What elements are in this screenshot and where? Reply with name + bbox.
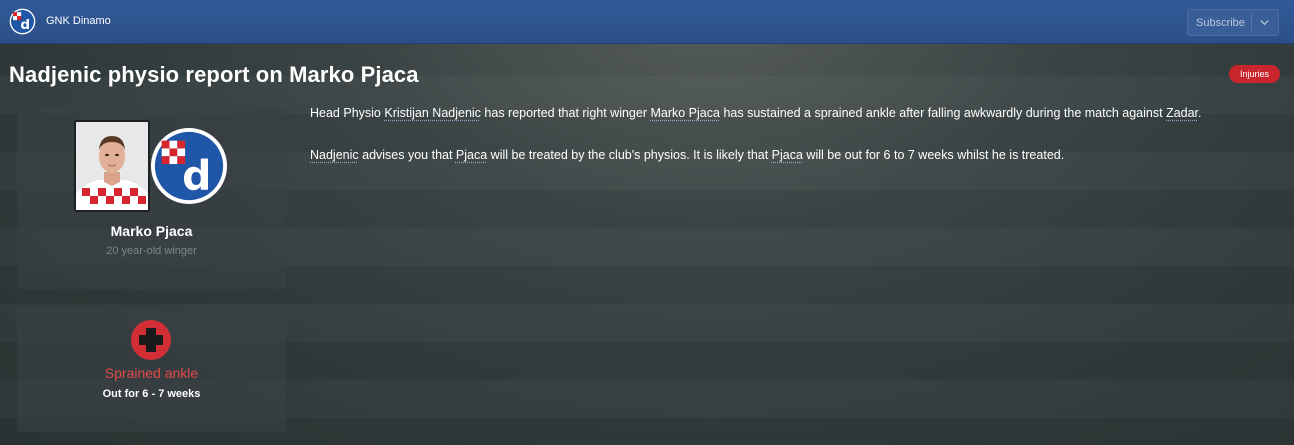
player-description: 20 year-old winger xyxy=(106,245,197,257)
report-text: advises you that xyxy=(358,148,456,162)
injury-duration: Out for 6 - 7 weeks xyxy=(102,388,201,400)
injury-name: Sprained ankle xyxy=(104,365,199,381)
button-divider xyxy=(1251,14,1252,31)
player-link[interactable]: Marko Pjaca xyxy=(650,106,719,120)
report-paragraph-2: Nadjenic advises you that Pjaca will be … xyxy=(310,145,1280,166)
player-link[interactable]: Pjaca xyxy=(772,148,803,162)
report-text: will be treated by the club's physios. I… xyxy=(487,148,772,162)
physio-link[interactable]: Kristijan Nadjenic xyxy=(384,106,481,120)
chevron-down-icon[interactable] xyxy=(1259,17,1270,28)
subscribe-label: Subscribe xyxy=(1196,16,1245,29)
report-text: Head Physio xyxy=(310,106,385,120)
medical-cross-icon xyxy=(131,320,171,360)
report-text: will be out for 6 to 7 weeks whilst he i… xyxy=(802,148,1065,162)
report-body: Head Physio Kristijan Nadjenic has repor… xyxy=(310,103,1280,187)
player-link[interactable]: Pjaca xyxy=(456,148,487,162)
page-title: Nadjenic physio report on Marko Pjaca xyxy=(9,62,419,87)
dinamo-crest-icon[interactable]: d xyxy=(150,127,228,205)
subscribe-button[interactable]: Subscribe xyxy=(1187,9,1279,36)
club-name[interactable]: GNK Dinamo xyxy=(46,15,111,27)
dinamo-crest-icon[interactable]: d xyxy=(9,8,36,35)
svg-text:d: d xyxy=(20,17,30,33)
physio-link[interactable]: Nadjenic xyxy=(310,148,359,162)
player-photo[interactable] xyxy=(74,120,150,212)
opponent-link[interactable]: Zadar xyxy=(1166,106,1198,120)
player-portrait xyxy=(76,122,148,210)
report-paragraph-1: Head Physio Kristijan Nadjenic has repor… xyxy=(310,103,1280,124)
player-name[interactable]: Marko Pjaca xyxy=(17,223,286,239)
svg-text:d: d xyxy=(182,151,211,199)
injuries-tag[interactable]: Injuries xyxy=(1229,65,1280,83)
report-text: has reported that right winger xyxy=(480,106,651,120)
report-text: has sustained a sprained ankle after fal… xyxy=(719,106,1167,120)
report-text: . xyxy=(1198,106,1202,120)
top-bar: d GNK Dinamo Subscribe xyxy=(0,0,1294,44)
